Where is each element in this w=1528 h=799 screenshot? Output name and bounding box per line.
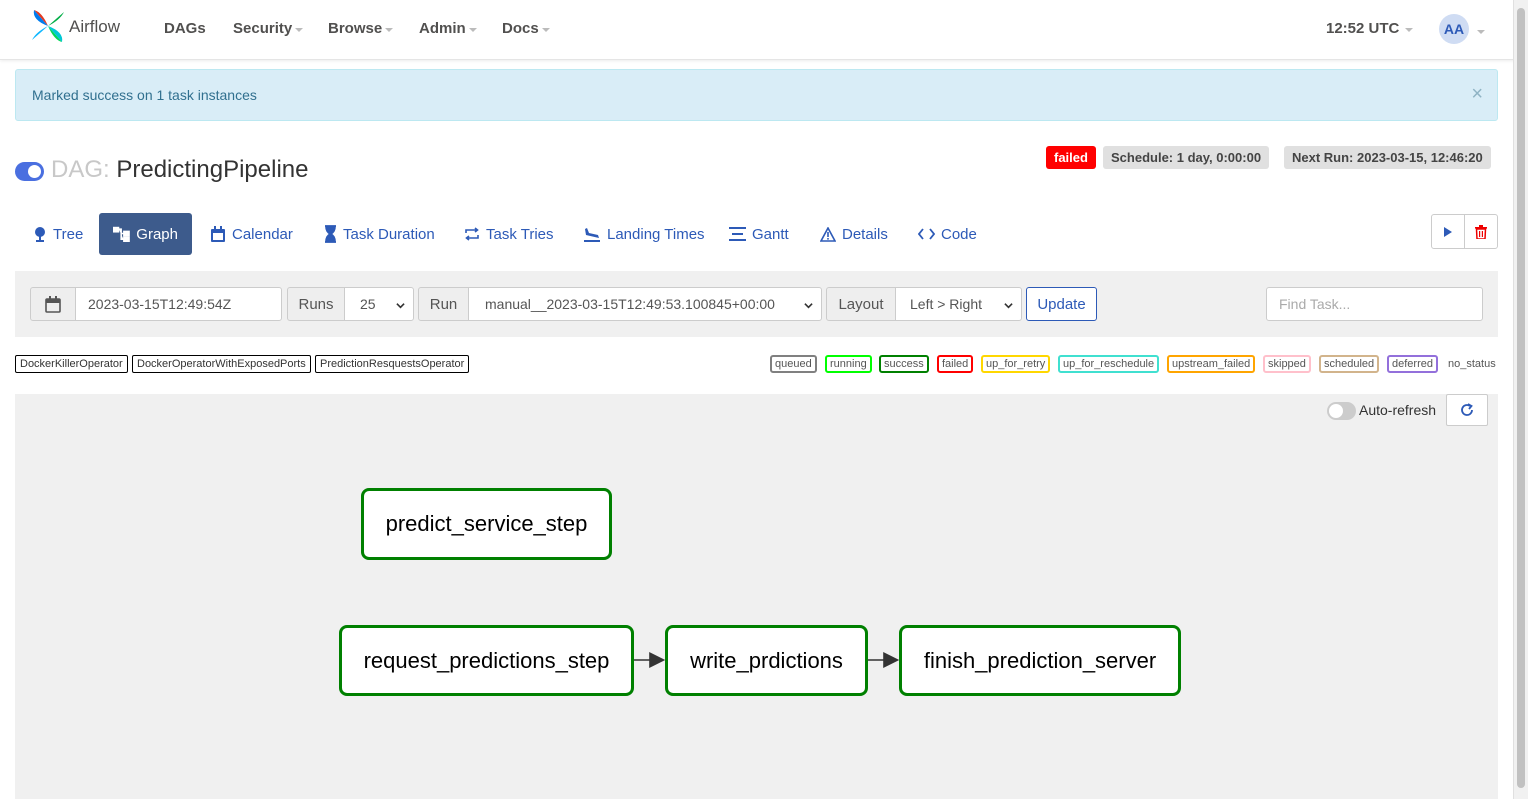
task-node-write-prdictions[interactable]: write_prdictions: [665, 625, 868, 696]
scrollbar-thumb[interactable]: [1517, 8, 1525, 788]
task-node-predict-service-step[interactable]: predict_service_step: [361, 488, 612, 560]
task-node-label: finish_prediction_server: [923, 647, 1157, 673]
task-node-label: predict_service_step: [385, 511, 588, 536]
task-node-label: request_predictions_step: [363, 647, 610, 673]
task-node-label: write_prdictions: [690, 647, 843, 673]
task-node-request-predictions-step[interactable]: request_predictions_step: [339, 625, 634, 696]
task-node-finish-prediction-server[interactable]: finish_prediction_server: [899, 625, 1181, 696]
page-scrollbar[interactable]: [1513, 0, 1528, 799]
